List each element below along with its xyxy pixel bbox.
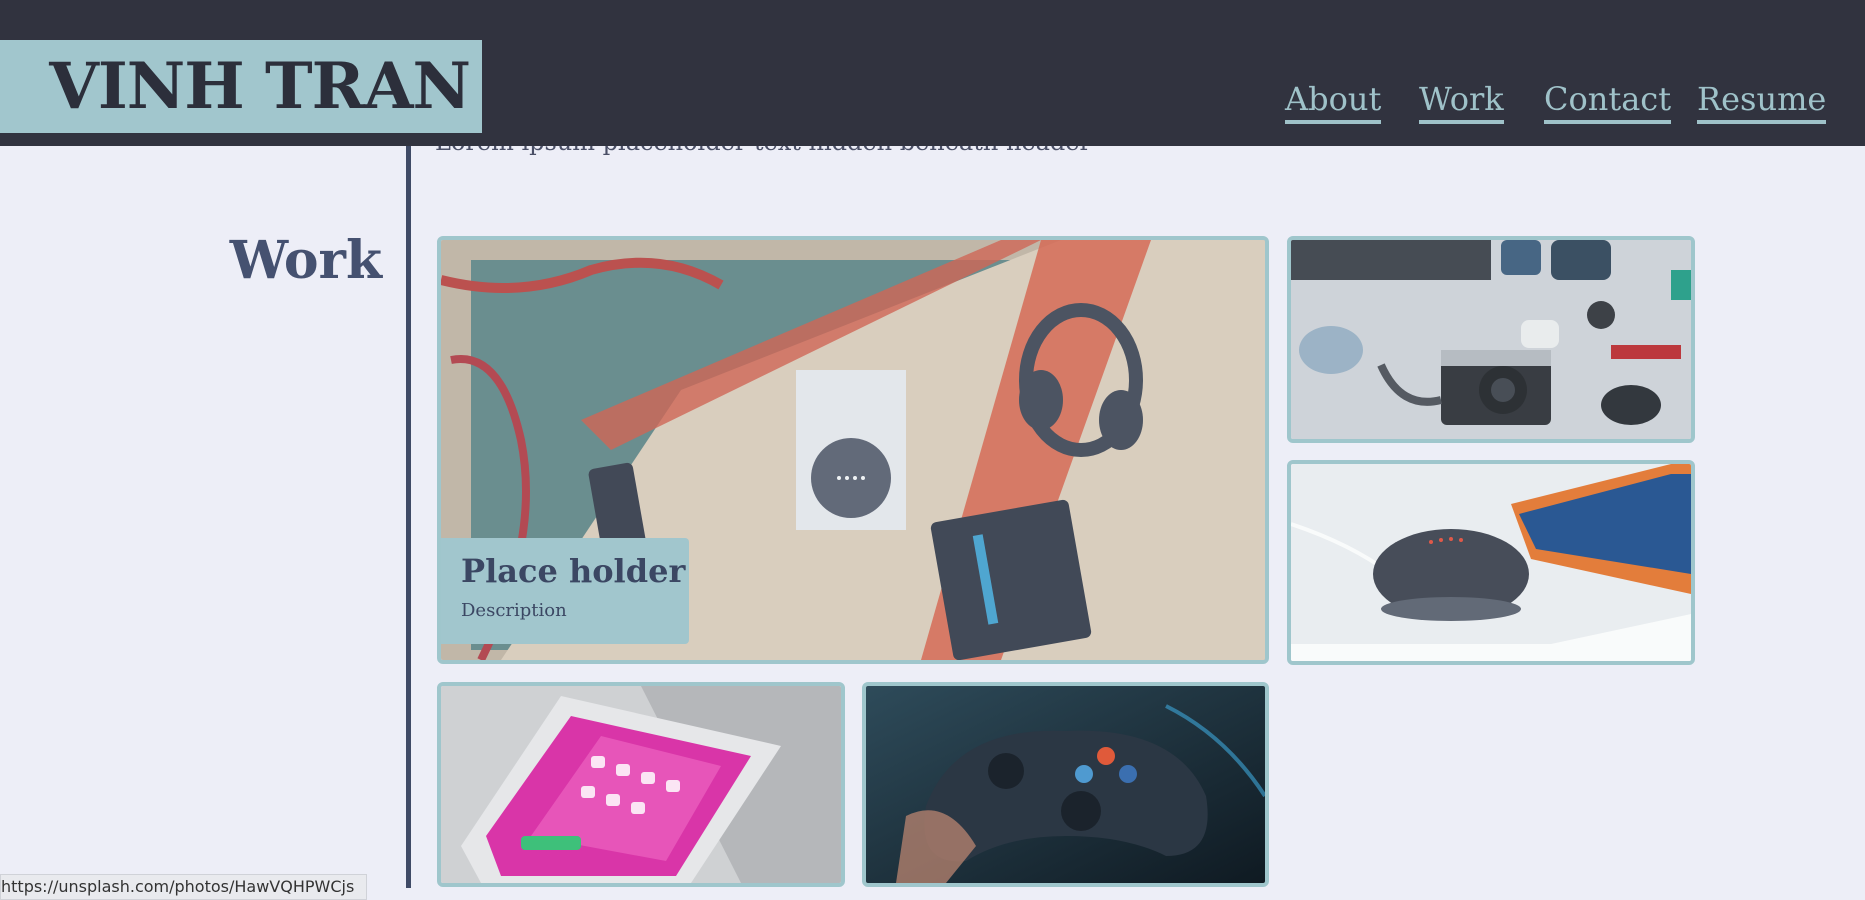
work-tile-ipad[interactable] xyxy=(437,682,845,887)
work-tile-speaker[interactable] xyxy=(1287,460,1695,665)
nav-work-link[interactable]: Work xyxy=(1419,78,1504,124)
timeline-divider xyxy=(406,140,411,888)
work-tile-gamepad[interactable] xyxy=(862,682,1269,887)
nav-contact-link[interactable]: Contact xyxy=(1544,78,1672,124)
camera-gear-image xyxy=(1291,240,1691,439)
caption-title: Place holder xyxy=(461,552,686,590)
gamepad-image xyxy=(866,686,1265,883)
logo-text: VINH TRAN xyxy=(49,49,471,124)
ipad-image xyxy=(441,686,841,883)
link-preview-statusbar: https://unsplash.com/photos/HawVQHPWCjs xyxy=(0,874,368,900)
work-section-title: Work xyxy=(229,230,382,291)
featured-caption: Place holder Description xyxy=(441,538,689,644)
top-navbar: VINH TRAN About Work Contact Resume xyxy=(0,0,1865,146)
work-tile-featured[interactable]: Place holder Description xyxy=(437,236,1269,664)
caption-description: Description xyxy=(461,600,567,621)
site-logo[interactable]: VINH TRAN xyxy=(0,40,482,133)
nav-about-link[interactable]: About xyxy=(1285,78,1382,124)
nav-resume-link[interactable]: Resume xyxy=(1697,78,1827,124)
smart-speaker-image xyxy=(1291,464,1691,661)
work-tile-camera[interactable] xyxy=(1287,236,1695,443)
